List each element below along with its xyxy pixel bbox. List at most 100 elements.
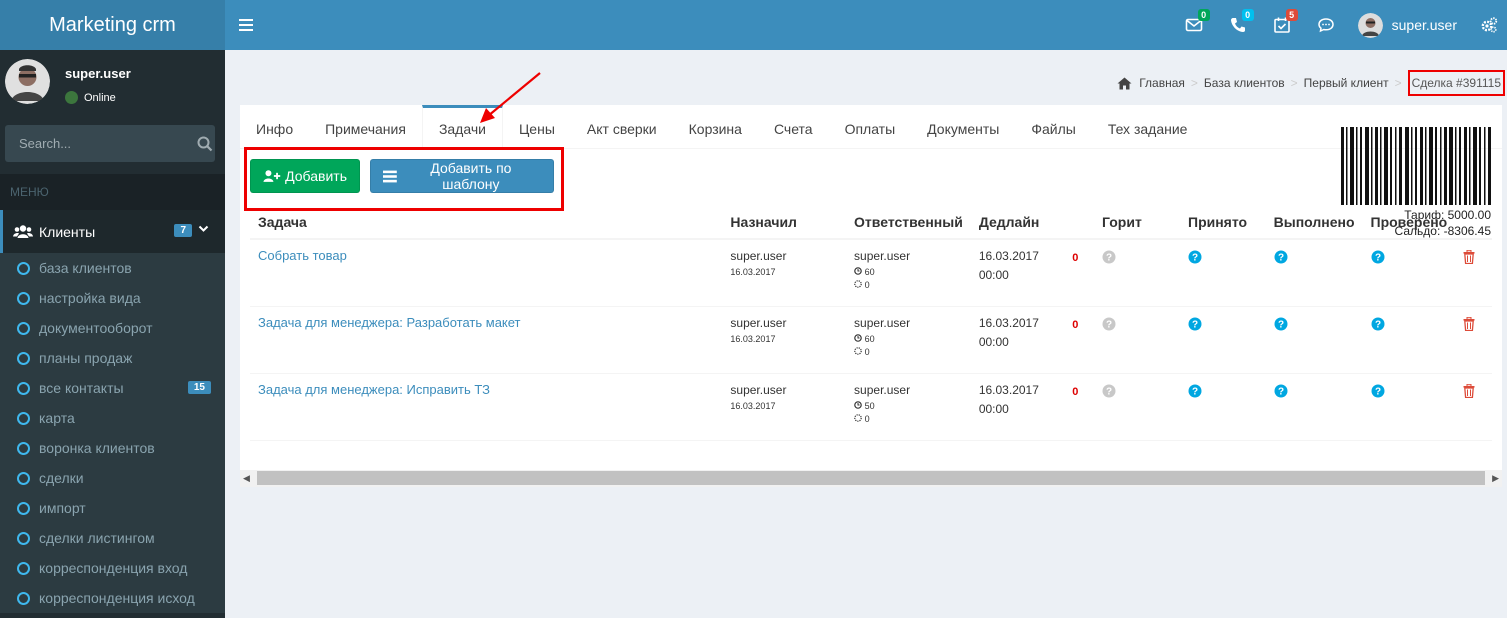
checked-cell: ? — [1362, 239, 1456, 307]
question-circle-icon[interactable]: ? — [1274, 317, 1288, 331]
trash-icon[interactable] — [1463, 316, 1475, 331]
question-circle-icon[interactable]: ? — [1371, 384, 1385, 398]
svg-text:?: ? — [1278, 253, 1284, 264]
chat-button[interactable] — [1304, 0, 1348, 50]
tab-reconciliation[interactable]: Акт сверки — [571, 105, 673, 149]
question-circle-icon[interactable]: ? — [1371, 317, 1385, 331]
trash-icon[interactable] — [1463, 383, 1475, 398]
sidebar-toggle-icon[interactable] — [239, 16, 253, 34]
table-header-row: Задача Назначил Ответственный Дедлайн Го… — [250, 205, 1492, 240]
done-cell: ? — [1265, 373, 1363, 441]
task-link[interactable]: Задача для менеджера: Разработать макет — [258, 315, 521, 330]
column-header: Принято — [1180, 205, 1266, 240]
sidebar-item-all-contacts[interactable]: все контакты 15 — [0, 373, 225, 403]
clients-submenu: база клиентов настройка вида документооб… — [0, 253, 225, 613]
sidebar-item-label: все контакты — [39, 380, 124, 396]
sidebar-item-client-base[interactable]: база клиентов — [0, 253, 225, 283]
task-link[interactable]: Задача для менеджера: Исправить ТЗ — [258, 382, 490, 397]
column-header — [1064, 205, 1094, 240]
tab-payments[interactable]: Оплаты — [829, 105, 912, 149]
sidebar-item-sales-plans[interactable]: планы продаж — [0, 343, 225, 373]
scroll-right-icon[interactable]: ▶ — [1492, 473, 1499, 484]
column-header: Ответственный — [846, 205, 971, 240]
sidebar-item-funnel[interactable]: воронка клиентов — [0, 433, 225, 463]
tab-info[interactable]: Инфо — [240, 105, 309, 149]
urgent-cell: ? — [1094, 373, 1180, 441]
question-circle-icon[interactable]: ? — [1102, 250, 1116, 264]
overdue-count: 0 — [1072, 252, 1079, 264]
add-task-button[interactable]: Добавить — [250, 159, 360, 193]
sidebar-item-clients[interactable]: Клиенты 7 — [0, 210, 225, 253]
sidebar-item-label: планы продаж — [39, 350, 133, 366]
sidebar-item-view-settings[interactable]: настройка вида — [0, 283, 225, 313]
circle-icon — [17, 441, 30, 455]
settings-button[interactable] — [1471, 0, 1507, 50]
responsible: super.user — [854, 382, 911, 397]
deadline-date: 16.03.2017 — [978, 382, 1039, 397]
svg-text:?: ? — [1192, 319, 1198, 330]
breadcrumb-clients[interactable]: База клиентов — [1204, 76, 1285, 90]
question-circle-icon[interactable]: ? — [1102, 384, 1116, 398]
sidebar-item-deals-list[interactable]: сделки листингом — [0, 523, 225, 553]
sidebar-user-panel: super.user Online — [0, 50, 225, 120]
clock-icon — [854, 400, 862, 409]
breadcrumb-separator: > — [1190, 76, 1198, 90]
tab-cart[interactable]: Корзина — [673, 105, 758, 149]
sidebar-item-mail-out[interactable]: корреспонденция исход — [0, 583, 225, 613]
sidebar-item-label: корреспонденция исход — [39, 590, 195, 606]
circle-icon — [17, 591, 30, 605]
deadline-cell: 16.03.2017 00:00 — [970, 239, 1065, 307]
horizontal-scrollbar[interactable]: ◀ ▶ — [240, 470, 1502, 487]
tab-tasks[interactable]: Задачи — [421, 105, 503, 149]
sidebar-item-import[interactable]: импорт — [0, 493, 225, 523]
tab-documents[interactable]: Документы — [911, 105, 1015, 149]
question-circle-icon[interactable]: ? — [1274, 250, 1288, 264]
circle-icon — [17, 381, 30, 395]
tab-files[interactable]: Файлы — [1015, 105, 1091, 149]
add-from-template-button[interactable]: Добавить по шаблону — [370, 159, 554, 193]
deadline-time: 00:00 — [978, 334, 1009, 349]
sidebar-item-deals[interactable]: сделки — [0, 463, 225, 493]
done-cell: ? — [1265, 239, 1363, 307]
app-logo[interactable]: Marketing crm — [0, 0, 225, 50]
task-link[interactable]: Собрать товар — [258, 248, 347, 263]
tab-invoices[interactable]: Счета — [758, 105, 829, 149]
breadcrumb-client[interactable]: Первый клиент — [1304, 76, 1389, 90]
sidebar-item-map[interactable]: карта — [0, 403, 225, 433]
breadcrumb-separator: > — [1394, 76, 1402, 90]
list-icon — [383, 170, 397, 182]
breadcrumb-deal: Сделка #391115 — [1407, 70, 1505, 96]
sidebar-item-label: сделки листингом — [39, 530, 155, 546]
assigned-date: 16.03.2017 — [730, 267, 776, 277]
progress-value: 0 — [864, 280, 870, 290]
question-circle-icon[interactable]: ? — [1188, 250, 1202, 264]
accepted-cell: ? — [1180, 239, 1266, 307]
messages-button[interactable]: 0 — [1172, 0, 1216, 50]
breadcrumb-home[interactable]: Главная — [1139, 76, 1185, 90]
circle-icon — [17, 471, 30, 485]
question-circle-icon[interactable]: ? — [1102, 317, 1116, 331]
sidebar-search — [5, 125, 215, 162]
search-icon[interactable] — [195, 136, 215, 152]
sidebar-item-mail-in[interactable]: корреспонденция вход — [0, 553, 225, 583]
question-circle-icon[interactable]: ? — [1274, 384, 1288, 398]
question-circle-icon[interactable]: ? — [1188, 317, 1202, 331]
tab-notes[interactable]: Примечания — [309, 105, 422, 149]
circle-icon — [17, 411, 30, 425]
tab-spec[interactable]: Тех задание — [1092, 105, 1204, 149]
question-circle-icon[interactable]: ? — [1371, 250, 1385, 264]
scroll-left-icon[interactable]: ◀ — [243, 473, 250, 484]
overdue-cell: 0 — [1064, 306, 1094, 374]
svg-text:?: ? — [1278, 319, 1284, 330]
home-icon[interactable] — [1117, 77, 1132, 90]
done-cell: ? — [1265, 306, 1363, 374]
scrollbar-thumb[interactable] — [257, 471, 1485, 485]
trash-icon[interactable] — [1463, 249, 1475, 265]
search-input[interactable] — [5, 136, 195, 151]
user-menu[interactable]: super.user — [1348, 0, 1471, 50]
question-circle-icon[interactable]: ? — [1188, 384, 1202, 398]
calls-button[interactable]: 0 — [1216, 0, 1260, 50]
tasks-button[interactable]: 5 — [1260, 0, 1304, 50]
tab-prices[interactable]: Цены — [503, 105, 571, 149]
sidebar-item-document-flow[interactable]: документооборот — [0, 313, 225, 343]
